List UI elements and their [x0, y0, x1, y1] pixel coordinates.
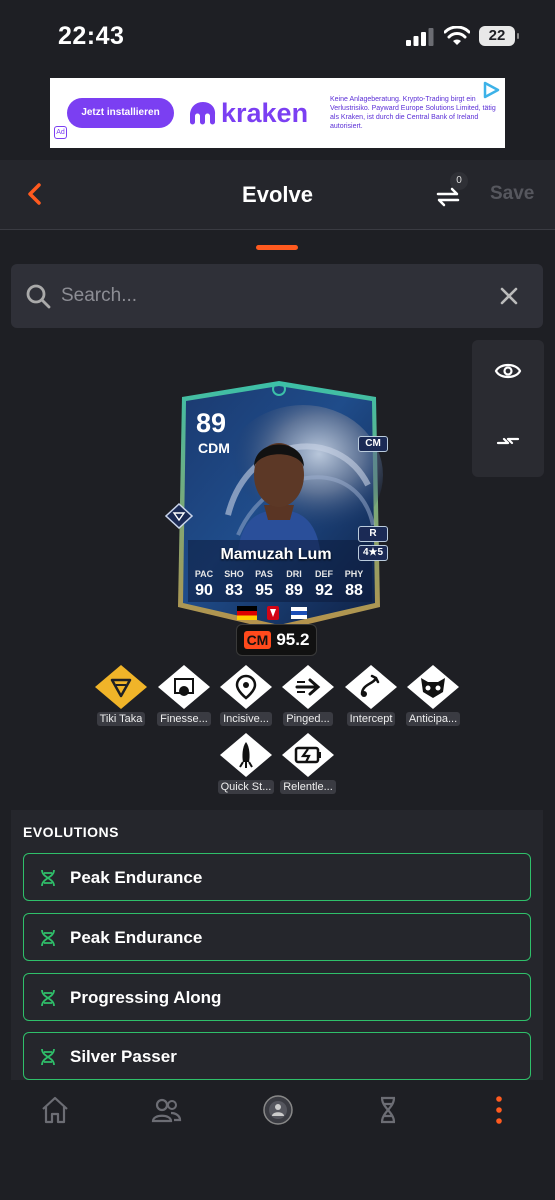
dna-icon	[41, 869, 55, 887]
evolutions-heading: EVOLUTIONS	[23, 824, 120, 840]
playstyle-incisive[interactable]: Incisive...	[213, 664, 279, 731]
playstyle-label: Anticipa...	[405, 712, 461, 726]
ad-install-button[interactable]: Jetzt installieren	[67, 98, 174, 128]
status-bar: 22:43 22	[0, 0, 555, 72]
home-icon[interactable]	[39, 1094, 71, 1126]
search-input[interactable]	[61, 278, 481, 314]
adchoices-play-icon[interactable]	[482, 81, 500, 99]
ad-banner[interactable]: Jetzt installieren kraken Keine Anlagebe…	[50, 78, 505, 148]
anticipate-icon	[407, 665, 459, 709]
ad-info-icon[interactable]: Ad	[54, 126, 67, 139]
incisive-pass-icon	[220, 665, 272, 709]
evolution-label: Silver Passer	[70, 1047, 177, 1066]
playstyle-relentless[interactable]: Relentle...	[275, 732, 341, 799]
player-name: Mamuzah Lum	[220, 546, 332, 563]
nation-flag-icon	[237, 606, 257, 620]
quick-step-icon	[220, 733, 272, 777]
card-rating: 89	[196, 408, 227, 438]
stat-sho: SHO 83	[224, 569, 244, 599]
card-badges	[237, 606, 309, 620]
intercept-icon	[345, 665, 397, 709]
save-button[interactable]: Save	[490, 183, 534, 205]
evolutions-section: EVOLUTIONS Peak Endurance Peak Endurance…	[11, 810, 543, 1080]
pinged-pass-icon	[282, 665, 334, 709]
ad-brand-name: kraken	[221, 97, 309, 128]
clear-search-icon[interactable]	[498, 285, 520, 307]
stat-phy: PHY 88	[344, 569, 364, 599]
ad-disclaimer: Keine Anlageberatung. Krypto-Trading bir…	[330, 96, 496, 130]
bottom-navigation	[0, 1080, 555, 1200]
evolution-label: Progressing Along	[70, 988, 222, 1007]
page-title: Evolve	[242, 182, 313, 207]
card-alt-position: CM	[358, 436, 388, 452]
evolution-label: Peak Endurance	[70, 928, 203, 947]
card-position: CDM	[198, 440, 230, 456]
playstyle-label: Pinged...	[283, 712, 333, 726]
playstyle-label: Incisive...	[220, 712, 272, 726]
card-actions-panel	[472, 340, 544, 477]
card-preferred-foot: R	[358, 526, 388, 542]
playstyle-label: Intercept	[346, 712, 396, 726]
evolutions-icon[interactable]	[372, 1094, 404, 1126]
evolution-item[interactable]: Peak Endurance	[23, 853, 531, 901]
dna-icon	[41, 989, 55, 1007]
club-crest-icon	[291, 607, 307, 619]
search-bar	[11, 264, 543, 328]
evolution-label: Peak Endurance	[70, 868, 203, 887]
eye-icon[interactable]	[494, 360, 522, 382]
playstyle-label: Relentle...	[280, 780, 336, 794]
kraken-logo-icon	[190, 102, 216, 125]
stat-pac: PAC 90	[194, 569, 214, 599]
sheet-drag-indicator[interactable]	[256, 245, 298, 250]
playstyle-plus-icon	[165, 503, 193, 529]
playstyle-quick-step[interactable]: Quick St...	[213, 732, 279, 799]
tiki-taka-icon	[95, 665, 147, 709]
playstyle-pinged[interactable]: Pinged...	[275, 664, 341, 731]
status-time: 22:43	[58, 22, 125, 50]
search-icon	[26, 284, 51, 309]
chem-value: 95.2	[276, 630, 310, 649]
playstyle-label: Tiki Taka	[96, 712, 146, 726]
evolution-item[interactable]: Peak Endurance	[23, 913, 531, 961]
more-icon[interactable]	[483, 1094, 515, 1126]
cellular-signal-icon	[406, 28, 434, 46]
relentless-icon	[282, 733, 334, 777]
playstyle-finesse[interactable]: Finesse...	[151, 664, 217, 731]
club-icon[interactable]	[262, 1094, 294, 1126]
compare-arrows-icon[interactable]	[496, 430, 520, 452]
playstyle-label: Finesse...	[157, 712, 211, 726]
finesse-shot-icon	[158, 665, 210, 709]
wifi-icon	[444, 26, 470, 45]
playstyle-intercept[interactable]: Intercept	[338, 664, 404, 731]
stat-def: DEF 92	[315, 569, 333, 599]
ad-brand-logo: kraken	[189, 97, 308, 129]
league-logo-icon	[267, 606, 279, 620]
dna-icon	[41, 929, 55, 947]
squad-icon[interactable]	[150, 1094, 182, 1126]
playstyle-label: Quick St...	[217, 780, 275, 794]
evolution-item[interactable]: Silver Passer	[23, 1032, 531, 1080]
chem-position: CM	[243, 631, 272, 649]
battery-icon: 22	[479, 26, 519, 46]
chemistry-rating: CM 95.2	[236, 624, 317, 656]
top-app-bar: Evolve 0 Save	[0, 160, 555, 230]
playstyle-tiki-taka[interactable]: Tiki Taka	[88, 664, 154, 731]
compare-count-badge: 0	[450, 172, 468, 190]
dna-icon	[41, 1048, 55, 1066]
stat-pas: PAS 95	[255, 569, 273, 599]
stat-dri: DRI 89	[285, 569, 303, 599]
card-stats: PAC 90 SHO 83 PAS 95 DRI 89 DEF 92 PHY 88	[190, 569, 368, 600]
evolution-item[interactable]: Progressing Along	[23, 973, 531, 1021]
playstyle-anticipate[interactable]: Anticipa...	[400, 664, 466, 731]
